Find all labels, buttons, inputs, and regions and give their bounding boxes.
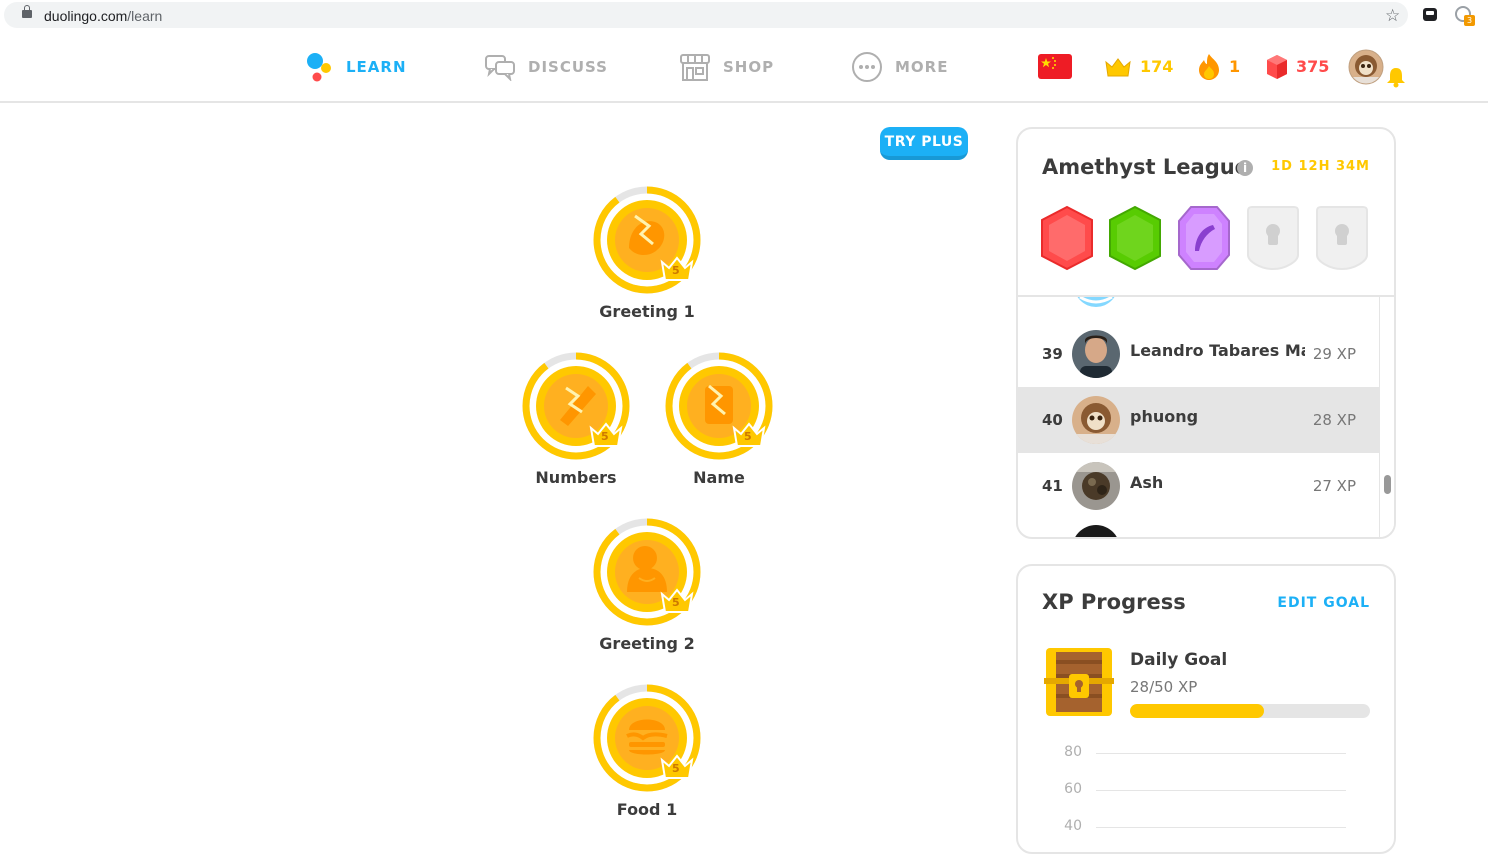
nav-learn[interactable]: LEARN [306, 32, 407, 101]
daily-goal-value: 28/50 XP [1130, 678, 1198, 696]
nav-learn-label: LEARN [346, 57, 407, 76]
streak-count: 1 [1229, 57, 1241, 76]
nav-shop-label: SHOP [723, 57, 775, 76]
amethyst-league-icon [1178, 206, 1230, 270]
ruby-league-icon [1041, 205, 1093, 271]
nav-discuss-label: DISCUSS [528, 57, 608, 76]
y-tick: 80 [1064, 744, 1082, 760]
username[interactable]: phuong [1130, 407, 1305, 426]
avatar [1075, 525, 1117, 537]
nav-more-label: MORE [895, 57, 949, 76]
extension-icon[interactable] [1423, 8, 1437, 21]
shop-icon [680, 53, 710, 81]
info-icon[interactable]: i [1237, 160, 1253, 176]
league-badges [1041, 205, 1368, 271]
leaderboard-row-current-user[interactable]: 40 phuong 28 XP [1018, 387, 1380, 453]
bookmark-star-icon[interactable]: ☆ [1385, 6, 1400, 26]
locked-league-icon [1247, 206, 1299, 271]
nav-more[interactable]: MORE [851, 32, 948, 101]
scrollbar-thumb[interactable] [1384, 475, 1391, 494]
edit-goal-link[interactable]: EDIT GOAL [1277, 595, 1370, 611]
daily-goal-progress-bar [1130, 704, 1370, 718]
username[interactable]: Leandro Tabares Martín [1130, 341, 1305, 360]
treasure-chest-icon [1044, 648, 1114, 716]
avatar [1072, 462, 1120, 510]
address-bar[interactable]: duolingo.com/learn ☆ [4, 2, 1408, 28]
skill-name: Name [693, 468, 745, 487]
league-card: Amethyst League i 1D 12H 34M 39 Leandro … [1016, 127, 1396, 539]
skill-level: 5 [672, 762, 680, 775]
gems-counter[interactable]: 375 [1266, 32, 1329, 101]
lock-icon [22, 5, 32, 18]
skill-name: Greeting 1 [599, 302, 695, 321]
fire-icon [1199, 53, 1219, 80]
crowns-count: 174 [1140, 57, 1174, 76]
user-xp: 27 XP [1312, 477, 1356, 495]
leaderboard-row[interactable]: 39 Leandro Tabares Martín 29 XP [1018, 321, 1380, 387]
language-selector[interactable] [1038, 32, 1072, 101]
top-nav: LEARN DISCUSS SHOP MORE 174 1 375 [0, 32, 1488, 103]
gem-icon [1267, 54, 1287, 79]
username[interactable]: Ash [1130, 473, 1305, 492]
rank: 40 [1042, 411, 1063, 429]
url-text[interactable]: duolingo.com/learn [44, 8, 162, 24]
daily-goal-label: Daily Goal [1130, 650, 1228, 670]
rank: 41 [1042, 477, 1063, 495]
rank: 39 [1042, 345, 1063, 363]
nav-shop[interactable]: SHOP [679, 32, 774, 101]
league-timer: 1D 12H 34M [1271, 159, 1370, 174]
avatar [1348, 49, 1384, 84]
skill-name: Numbers [535, 468, 617, 487]
profile-menu[interactable] [1348, 32, 1384, 101]
user-xp: 29 XP [1312, 345, 1356, 363]
streak-counter[interactable]: 1 [1197, 32, 1240, 101]
y-tick: 40 [1064, 818, 1082, 834]
try-plus-button[interactable]: TRY PLUS [880, 127, 968, 160]
grid-line [1096, 753, 1346, 754]
leaderboard[interactable]: 39 Leandro Tabares Martín 29 XP 40 phuon… [1018, 297, 1394, 537]
crowns-counter[interactable]: 174 [1104, 32, 1173, 101]
leaderboard-row[interactable]: 41 Ash 27 XP [1018, 453, 1380, 519]
skill-level: 5 [744, 430, 752, 443]
gems-count: 375 [1296, 57, 1330, 76]
skill-level: 5 [672, 264, 680, 277]
crown-icon [1105, 57, 1131, 76]
emerald-league-icon [1109, 205, 1161, 271]
avatar [1072, 330, 1120, 378]
avatar [1072, 396, 1120, 444]
more-icon [852, 51, 882, 82]
grid-line [1096, 827, 1346, 828]
bell-icon[interactable] [1385, 66, 1407, 88]
skill-name: Greeting 2 [599, 634, 695, 653]
skill-name: Food 1 [616, 800, 678, 819]
xp-progress-title: XP Progress [1042, 590, 1186, 614]
y-tick: 60 [1064, 781, 1082, 797]
leaderboard-scrollbar[interactable] [1379, 297, 1394, 537]
nav-discuss[interactable]: DISCUSS [484, 32, 608, 101]
daily-goal-progress-fill [1130, 704, 1265, 718]
xp-progress-card: XP Progress EDIT GOAL Daily Goal 28/50 X… [1016, 564, 1396, 854]
china-flag-icon [1038, 54, 1072, 79]
extension-badge: 3 [1464, 15, 1475, 26]
browser-toolbar: duolingo.com/learn ☆ 3 [0, 0, 1488, 30]
learn-icon [307, 52, 331, 81]
avatar [1077, 297, 1115, 307]
league-title: Amethyst League [1042, 155, 1249, 179]
discuss-icon [485, 54, 515, 81]
skill-level: 5 [601, 430, 609, 443]
grid-line [1096, 790, 1346, 791]
locked-league-icon [1316, 206, 1368, 271]
user-xp: 28 XP [1312, 411, 1356, 429]
skill-level: 5 [672, 596, 680, 609]
